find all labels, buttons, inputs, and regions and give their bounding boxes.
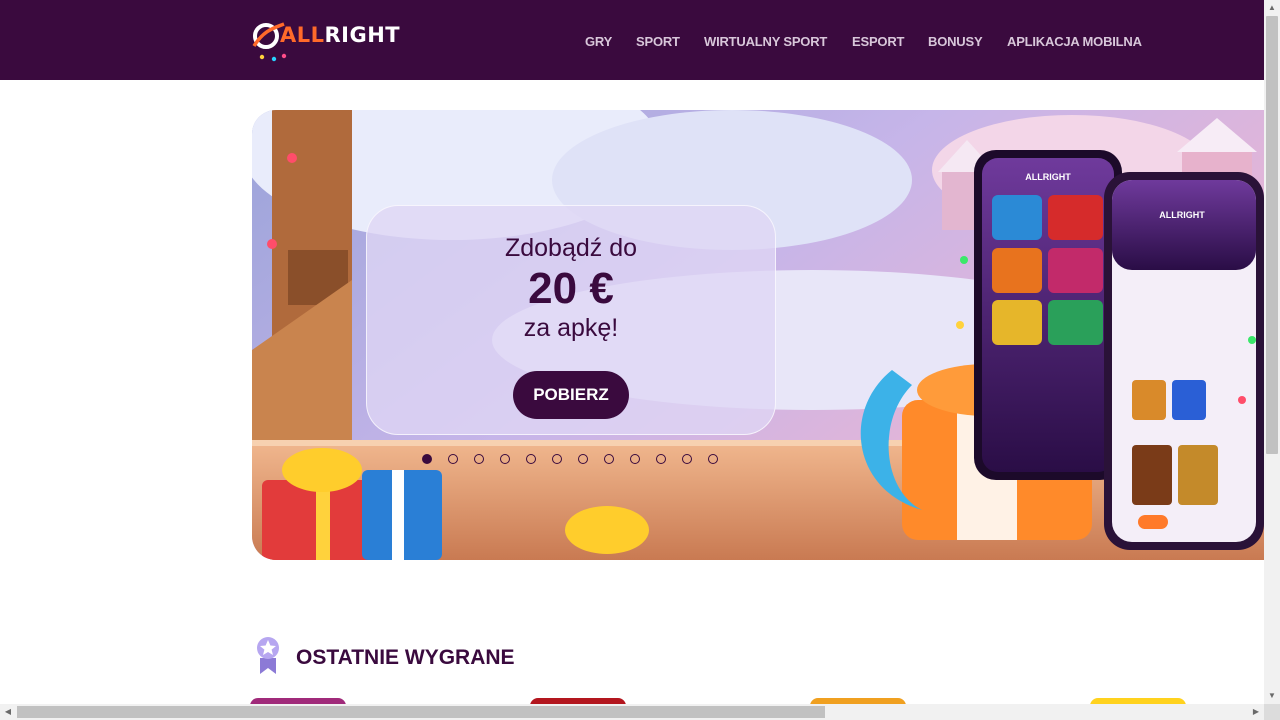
nav-item-wirtualny-sport[interactable]: WIRTUALNY SPORT bbox=[704, 34, 827, 49]
scrollbar-corner bbox=[1264, 704, 1280, 720]
scroll-arrow-down-icon[interactable]: ▼ bbox=[1264, 688, 1280, 704]
promo-headline: Zdobądź do bbox=[504, 234, 638, 262]
carousel-dot[interactable] bbox=[708, 454, 718, 464]
recent-wins-title: OSTATNIE WYGRANE bbox=[296, 646, 515, 669]
nav-item-bonusy[interactable]: BONUSY bbox=[928, 34, 983, 49]
carousel-dot[interactable] bbox=[682, 454, 692, 464]
scroll-arrow-right-icon[interactable]: ▶ bbox=[1248, 704, 1264, 720]
site-header: ALLRIGHT GRY SPORT WIRTUALNY SPORT ESPOR… bbox=[0, 0, 1264, 80]
svg-text:ALLRIGHT: ALLRIGHT bbox=[1025, 172, 1071, 182]
carousel-dot[interactable] bbox=[422, 454, 432, 464]
promo-subline: za apkę! bbox=[523, 314, 619, 342]
carousel-dot[interactable] bbox=[474, 454, 484, 464]
scroll-arrow-up-icon[interactable]: ▲ bbox=[1264, 0, 1280, 16]
download-button[interactable]: POBIERZ bbox=[513, 371, 629, 419]
carousel-dot[interactable] bbox=[656, 454, 666, 464]
nav-item-gry[interactable]: GRY bbox=[585, 34, 612, 49]
promo-card: Zdobądź do 20 € za apkę! POBIERZ bbox=[366, 205, 776, 435]
carousel-dot[interactable] bbox=[630, 454, 640, 464]
carousel-dot[interactable] bbox=[448, 454, 458, 464]
promo-amount: 20 € bbox=[528, 264, 614, 313]
carousel-dot[interactable] bbox=[500, 454, 510, 464]
nav-item-sport[interactable]: SPORT bbox=[636, 34, 680, 49]
nav-item-aplikacja-mobilna[interactable]: APLIKACJA MOBILNA bbox=[1007, 34, 1142, 49]
carousel-dot[interactable] bbox=[578, 454, 588, 464]
svg-text:ALLRIGHT: ALLRIGHT bbox=[1159, 210, 1205, 220]
carousel-dot[interactable] bbox=[552, 454, 562, 464]
scroll-arrow-left-icon[interactable]: ◀ bbox=[0, 704, 16, 720]
carousel-dot[interactable] bbox=[604, 454, 614, 464]
main-nav: GRY SPORT WIRTUALNY SPORT ESPORT BONUSY … bbox=[0, 34, 1264, 50]
nav-item-esport[interactable]: ESPORT bbox=[852, 34, 904, 49]
carousel-dots bbox=[422, 454, 732, 466]
medal-star-icon bbox=[257, 637, 279, 674]
carousel-dot[interactable] bbox=[526, 454, 536, 464]
horizontal-scrollbar-thumb[interactable] bbox=[17, 706, 825, 718]
vertical-scrollbar-thumb[interactable] bbox=[1266, 16, 1278, 454]
promo-banner[interactable]: ALLRIGHT ALLRIGHT Zdobądź do 20 € za apk… bbox=[252, 110, 1264, 560]
